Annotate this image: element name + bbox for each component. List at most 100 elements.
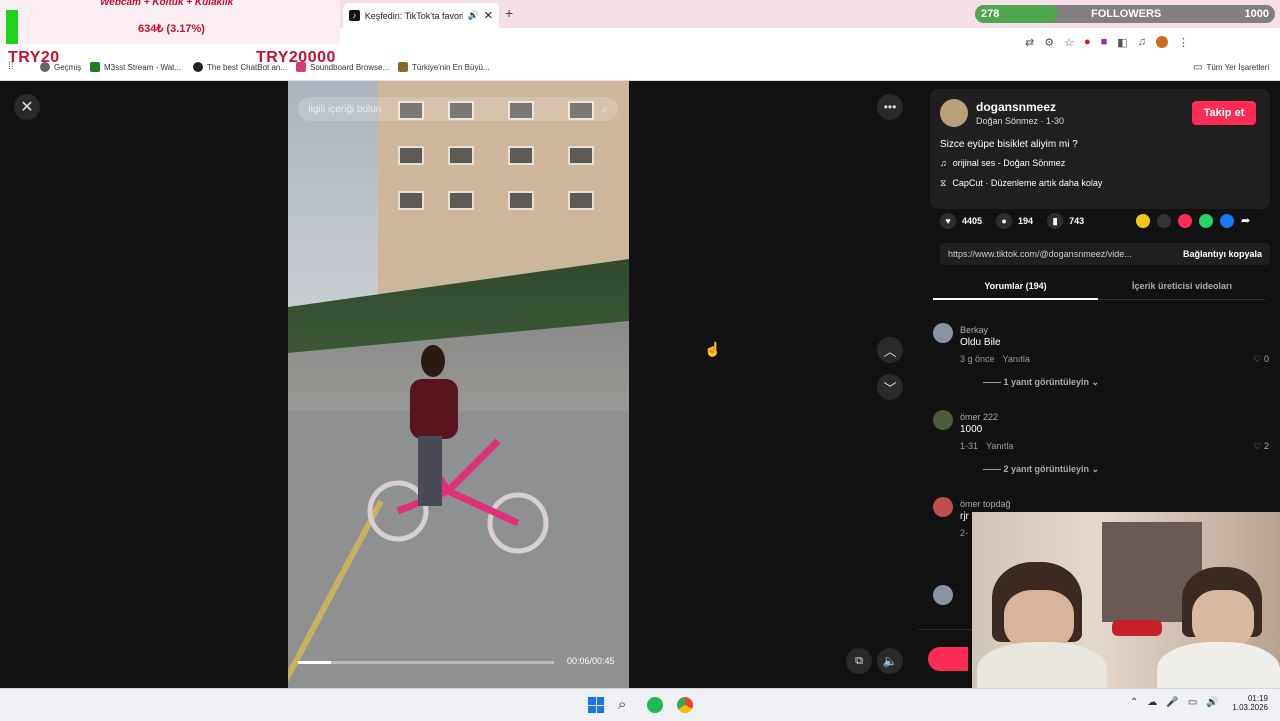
puzzle-icon[interactable]: ◧ bbox=[1117, 36, 1127, 49]
video-player[interactable]: İlgili içeriği bulun ⌕ 00:06/00:45 bbox=[288, 81, 629, 688]
pip-icon[interactable]: ⧉ bbox=[846, 648, 872, 674]
post-username[interactable]: dogansnmeez bbox=[976, 100, 1056, 114]
menu-icon[interactable]: ⋮ bbox=[1178, 36, 1189, 49]
system-tray: ⌃ ☁ 🎤 ▭ 🔊 bbox=[1130, 697, 1219, 708]
facebook-icon[interactable] bbox=[1220, 214, 1234, 228]
search-icon[interactable]: ⌕ bbox=[602, 104, 608, 115]
reply-button[interactable]: Yanıtla bbox=[986, 441, 1013, 451]
bookmark-label: M3sst Stream - Wat... bbox=[104, 62, 182, 72]
heart-icon: ♥ bbox=[940, 213, 956, 229]
comment-like-count: 0 bbox=[1263, 354, 1269, 364]
followers-current: 278 bbox=[981, 8, 1000, 20]
bookmark-item[interactable]: M3sst Stream - Wat... bbox=[90, 62, 181, 72]
extension-purple-icon[interactable]: ■ bbox=[1101, 36, 1108, 49]
volume-icon[interactable]: 🔈 bbox=[877, 648, 903, 674]
goal-progress-text: 634₺ (3.17%) bbox=[138, 23, 205, 35]
girl-on-bike bbox=[367, 345, 549, 554]
chatbot-icon bbox=[193, 62, 203, 72]
comment-like[interactable]: ♡ 0 bbox=[1253, 354, 1269, 365]
reply-button[interactable]: Yanıtla bbox=[1003, 354, 1030, 364]
goal-progress-bar bbox=[6, 10, 18, 44]
spotify-icon[interactable] bbox=[647, 697, 663, 713]
bookmark-icon: ▮ bbox=[1047, 213, 1064, 229]
microphone-icon[interactable]: 🎤 bbox=[1166, 697, 1178, 708]
clock[interactable]: 01:19 1.03.2026 bbox=[1230, 694, 1268, 712]
avatar[interactable] bbox=[933, 497, 953, 517]
save-stat[interactable]: ▮ 743 bbox=[1047, 213, 1084, 229]
post-comment-button[interactable] bbox=[928, 647, 968, 671]
folder-icon: ▭ bbox=[1193, 62, 1203, 73]
close-tab-icon[interactable]: ✕ bbox=[484, 9, 493, 22]
embed-icon[interactable] bbox=[1157, 214, 1171, 228]
whatsapp-icon[interactable] bbox=[1199, 214, 1213, 228]
windows-start-icon[interactable] bbox=[588, 697, 604, 713]
volume-icon[interactable]: 🔊 bbox=[1206, 697, 1218, 708]
comment-tabs: Yorumlar (194) İçerik üreticisi videolar… bbox=[933, 275, 1265, 300]
search-icon[interactable]: ⌕ bbox=[618, 697, 634, 713]
bookmark-star-icon[interactable]: ☆ bbox=[1064, 36, 1074, 49]
repost-icon[interactable] bbox=[1136, 214, 1150, 228]
all-bookmarks-label: Tüm Yer İşaretleri bbox=[1206, 63, 1270, 72]
capcut-label: CapCut · Düzenleme artık daha kolay bbox=[952, 178, 1103, 188]
view-replies-button[interactable]: —— 2 yanıt görüntüleyin ⌄ bbox=[983, 464, 1099, 475]
extension-icon[interactable]: ⚙ bbox=[1044, 36, 1054, 49]
avatar[interactable] bbox=[933, 323, 953, 343]
stats-row: ♥ 4405 ● 194 ▮ 743 bbox=[940, 213, 1084, 229]
post-sound[interactable]: ♫ orijinal ses - Doğan Sönmez bbox=[940, 158, 1065, 168]
speaker-icon[interactable]: 🔊 bbox=[468, 10, 479, 21]
comment-time: 2- bbox=[960, 528, 969, 538]
chevron-up-icon[interactable]: ⌃ bbox=[1130, 697, 1138, 708]
comment-meta: 2- bbox=[960, 528, 968, 538]
related-search-input[interactable]: İlgili içeriği bulun ⌕ bbox=[298, 97, 618, 121]
post-link[interactable]: https://www.tiktok.com/@dogansnmeez/vide… bbox=[948, 249, 1132, 259]
bookmark-label: Türkiye'nin En Büyü... bbox=[412, 62, 490, 72]
avatar[interactable] bbox=[933, 410, 953, 430]
chevron-down-icon[interactable]: ﹀ bbox=[877, 374, 903, 400]
link-row: https://www.tiktok.com/@dogansnmeez/vide… bbox=[940, 243, 1270, 265]
avatar[interactable] bbox=[940, 99, 968, 127]
webcam-person-right-shirt bbox=[1157, 642, 1280, 688]
close-icon[interactable]: ✕ bbox=[14, 94, 40, 120]
more-options-icon[interactable]: ••• bbox=[877, 94, 903, 120]
comment-user[interactable]: ömer 222 bbox=[960, 412, 998, 422]
comment-stat[interactable]: ● 194 bbox=[996, 213, 1033, 229]
media-icon[interactable]: ♫ bbox=[1138, 36, 1146, 49]
record-icon[interactable]: ● bbox=[1084, 36, 1091, 49]
video-progress-track[interactable] bbox=[298, 661, 554, 664]
capcut-icon: ⧖ bbox=[940, 178, 947, 188]
toolbar-icons: ⇄ ⚙ ☆ ● ■ ◧ ♫ ⋮ bbox=[1025, 36, 1189, 49]
bookmark-item[interactable]: Türkiye'nin En Büyü... bbox=[398, 62, 490, 72]
like-stat[interactable]: ♥ 4405 bbox=[940, 213, 982, 229]
comment-user[interactable]: Berkay bbox=[960, 325, 988, 335]
avatar[interactable] bbox=[933, 585, 953, 605]
profile-avatar[interactable] bbox=[1155, 36, 1168, 48]
taskbar: ⌕ ⌃ ☁ 🎤 ▭ 🔊 01:19 1.03.2026 bbox=[0, 688, 1280, 721]
comment-time: 3 g önce bbox=[960, 354, 995, 364]
follow-button[interactable]: Takip et bbox=[1192, 101, 1256, 125]
tab-comments[interactable]: Yorumlar (194) bbox=[933, 275, 1098, 300]
translate-icon[interactable]: ⇄ bbox=[1025, 36, 1034, 49]
post-card: dogansnmeez Doğan Sönmez · 1-30 Takip et… bbox=[930, 89, 1270, 209]
comment-like-count: 2 bbox=[1263, 441, 1269, 451]
network-icon[interactable]: ☁ bbox=[1147, 697, 1157, 708]
sound-label: orijinal ses - Doğan Sönmez bbox=[952, 158, 1066, 168]
new-tab-button[interactable]: + bbox=[505, 5, 513, 21]
view-replies-button[interactable]: —— 1 yanıt görüntüleyin ⌄ bbox=[983, 377, 1099, 388]
comment-item: Berkay Oldu Bile 3 g önce Yanıtla ♡ 0 —— … bbox=[933, 323, 1269, 393]
webcam-person-left-shirt bbox=[977, 642, 1107, 688]
music-note-icon: ♫ bbox=[940, 158, 947, 168]
copy-link-button[interactable]: Bağlantıyı kopyala bbox=[1183, 249, 1262, 259]
goal-min-label: TRY20 bbox=[8, 49, 60, 66]
all-bookmarks[interactable]: ▭ Tüm Yer İşaretleri bbox=[1193, 62, 1269, 73]
browser-tab-active[interactable]: ♪ Keşfedin: TikTok'ta favori vi 🔊 ✕ bbox=[343, 3, 499, 28]
comment-user[interactable]: ömer topdağ bbox=[960, 499, 1011, 509]
chrome-icon[interactable] bbox=[677, 697, 693, 713]
video-progress-fill bbox=[298, 661, 332, 664]
capcut-link[interactable]: ⧖ CapCut · Düzenleme artık daha kolay bbox=[940, 178, 1102, 189]
send-icon[interactable] bbox=[1178, 214, 1192, 228]
chevron-up-icon[interactable]: ︿ bbox=[877, 337, 903, 363]
comment-like[interactable]: ♡ 2 bbox=[1253, 441, 1269, 452]
display-icon[interactable]: ▭ bbox=[1188, 697, 1197, 708]
tab-creator-videos[interactable]: İçerik üreticisi videoları bbox=[1099, 275, 1265, 298]
share-arrow-icon[interactable]: ➦ bbox=[1241, 214, 1255, 228]
